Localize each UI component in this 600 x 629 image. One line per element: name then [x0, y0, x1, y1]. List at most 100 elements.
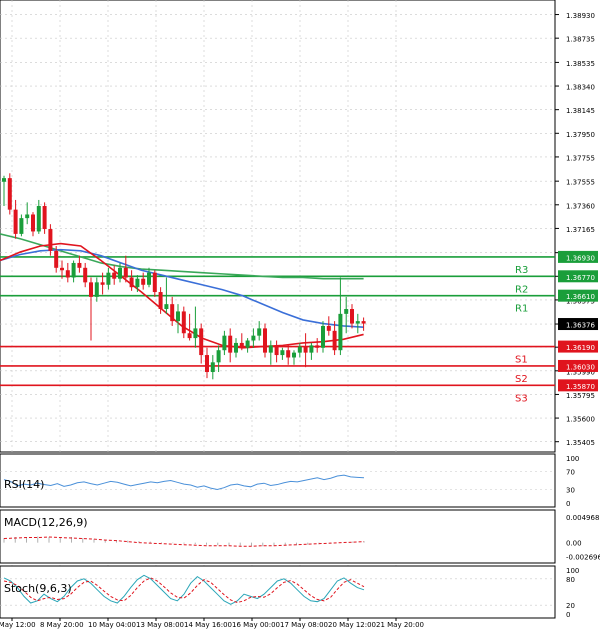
- candle-body: [60, 267, 64, 271]
- price-axis: 1.38930 1.38735 1.38535 1.38340 1.38145 1.379…: [555, 12, 598, 447]
- candle-body: [309, 345, 314, 353]
- stoch-title: Stoch(9,6,3): [4, 582, 72, 595]
- price-tick-label: 1.35600: [566, 416, 595, 424]
- candle-body: [71, 262, 76, 278]
- current-price-label: 1.36376: [566, 322, 595, 330]
- pivot-price-label: 1.36610: [566, 293, 595, 301]
- price-tick-label: 1.38145: [566, 107, 595, 115]
- candle-body: [54, 250, 59, 268]
- candle-body: [31, 214, 35, 232]
- price-tick-label: 1.38535: [566, 60, 595, 68]
- candle-body: [274, 345, 279, 356]
- candle-body: [83, 267, 88, 283]
- price-tick-label: 1.38735: [566, 36, 595, 44]
- candle-body: [77, 262, 82, 268]
- rsi-tick-label: 30: [566, 487, 575, 495]
- candle-body: [292, 352, 296, 358]
- candle-body: [280, 350, 285, 356]
- price-tick-label: 1.37555: [566, 179, 595, 187]
- candle-body: [268, 345, 273, 353]
- candle-body: [164, 304, 169, 310]
- candle-body: [361, 321, 366, 324]
- candle-body: [112, 272, 117, 279]
- macd-panel: MACD(12,26,9): [0, 509, 556, 564]
- stoch-tick-label: 100: [566, 567, 579, 575]
- time-tick-label: 20 May 12:00: [328, 621, 376, 629]
- price-tick-label: 1.37755: [566, 154, 595, 162]
- candle-body: [176, 311, 180, 322]
- price-tick-label: 1.38340: [566, 84, 595, 92]
- candle-body: [234, 342, 238, 353]
- candle-body: [355, 321, 360, 324]
- candle-body: [158, 292, 163, 310]
- stoch-panel: Stoch(9,6,3): [0, 565, 556, 619]
- price-tick-label: 1.38930: [566, 12, 595, 20]
- macd-tick-label: 0.00: [566, 540, 582, 548]
- macd-tick-label: 0.004968: [566, 514, 599, 522]
- pivot-price-label: 1.36770: [566, 274, 595, 282]
- candle-body: [193, 328, 198, 339]
- candle-body: [350, 309, 354, 324]
- pivot-name-s2: S2: [515, 374, 528, 385]
- rsi-axis: 100 70 30 0: [566, 455, 579, 508]
- candle-body: [19, 218, 24, 234]
- time-tick-label: 14 May 16:00: [184, 621, 232, 629]
- candle-body: [326, 325, 331, 331]
- candle-body: [25, 214, 30, 219]
- candle-body: [7, 178, 12, 210]
- candle-body: [228, 335, 233, 353]
- candle-body: [257, 328, 262, 336]
- time-tick-label: 16 May 00:00: [232, 621, 280, 629]
- price-tick-label: 1.35405: [566, 439, 595, 447]
- macd-axis: 0.004968 0.00 -0.002696: [566, 514, 600, 561]
- candle-body: [147, 272, 151, 285]
- candle-body: [129, 277, 134, 288]
- candle-body: [118, 267, 122, 279]
- candle-body: [48, 229, 53, 251]
- pivot-price-label: 1.36930: [566, 254, 595, 262]
- candle-body: [170, 304, 175, 322]
- price-tick-label: 1.37950: [566, 131, 595, 139]
- time-tick-label: 13 May 08:00: [136, 621, 184, 629]
- candle-body: [106, 272, 111, 285]
- rsi-tick-label: 0: [566, 500, 570, 508]
- candle-body: [205, 355, 209, 373]
- stoch-axis: 10080 200: [566, 567, 579, 619]
- candle-body: [239, 342, 244, 348]
- candle-body: [222, 335, 227, 351]
- candle-body: [338, 313, 343, 351]
- stoch-tick-label: 80: [566, 576, 575, 584]
- candle-body: [65, 270, 70, 278]
- main-panel-frame: [0, 0, 556, 453]
- rsi-title: RSI(14): [4, 478, 44, 491]
- price-tick-label: 1.37360: [566, 202, 595, 210]
- candle-body: [13, 209, 18, 234]
- pivot-price-label: 1.36030: [566, 363, 595, 371]
- candle-body: [263, 328, 267, 353]
- pivot-name-s3: S3: [515, 393, 528, 404]
- time-tick-label: 7 May 12:00: [0, 621, 36, 629]
- candle-body: [141, 278, 146, 285]
- candle-body: [181, 311, 186, 334]
- macd-tick-label: -0.002696: [566, 553, 600, 561]
- stoch-tick-label: 0: [566, 611, 570, 619]
- candle-body: [100, 282, 105, 285]
- time-axis: 7 May 12:00 8 May 20:00 10 May 04:0013 May…: [0, 618, 424, 629]
- time-tick-label: 8 May 20:00: [40, 621, 84, 629]
- candle-body: [2, 178, 6, 182]
- candle-body: [321, 325, 325, 348]
- candle-body: [297, 346, 302, 353]
- stoch-panel-frame: [0, 565, 556, 619]
- candle-body: [332, 330, 337, 351]
- stoch-tick-label: 20: [566, 602, 575, 610]
- candle-body: [187, 333, 192, 339]
- candle-body: [135, 278, 140, 288]
- rsi-panel-frame: [0, 453, 556, 508]
- candle-body: [42, 206, 47, 230]
- candle-body: [199, 328, 204, 356]
- rsi-tick-label: 100: [566, 455, 579, 463]
- time-tick-label: 17 May 08:00: [280, 621, 328, 629]
- time-tick-label: 21 May 20:00: [376, 621, 424, 629]
- pivot-name-r2: R2: [515, 284, 528, 295]
- candle-body: [89, 282, 93, 297]
